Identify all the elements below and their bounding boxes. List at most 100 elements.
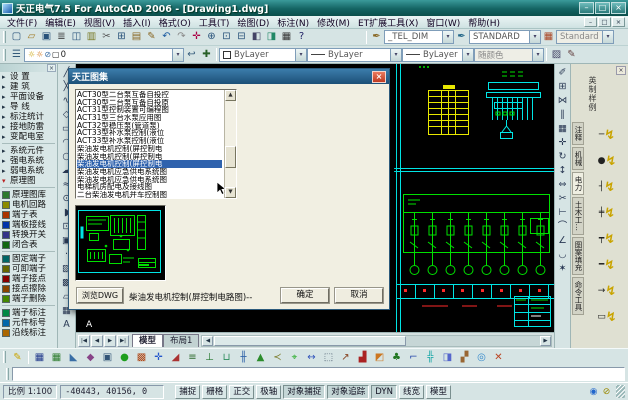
save-icon[interactable]: ▣ <box>39 30 54 44</box>
palette-close-icon[interactable]: × <box>616 66 626 75</box>
relay-lightning-tool[interactable]: ┯ ↯ <box>599 226 615 252</box>
te-tool-icon[interactable]: ✛ <box>150 350 167 365</box>
table-style-icon[interactable]: ▦ <box>541 30 556 44</box>
communication-center-icon[interactable]: ◉ <box>587 387 600 397</box>
text-style-combo[interactable]: STANDARD <box>469 30 541 44</box>
layer-color-swatch[interactable]: ▢ <box>52 50 60 59</box>
screen-menu-item[interactable]: 端板接线 <box>0 220 57 230</box>
calculator-icon[interactable]: ▦ <box>279 30 294 44</box>
mdi-minimize-button[interactable]: – <box>584 17 597 27</box>
menu-item[interactable]: ET扩展工具(X) <box>354 16 422 29</box>
combo-arrow-icon[interactable] <box>442 31 453 43</box>
layer-freeze-icon[interactable]: ☼ <box>36 50 43 59</box>
layout-tab[interactable]: 布局1 <box>163 334 199 347</box>
properties-icon[interactable]: ◧ <box>249 30 264 44</box>
status-toggle-button[interactable]: 栅格 <box>202 385 227 399</box>
te-tool-icon[interactable]: ◎ <box>473 350 490 365</box>
palette-tab[interactable]: 命令工具 <box>572 277 584 315</box>
combo-arrow-icon[interactable] <box>462 49 473 61</box>
palette-tab[interactable]: 土木工… <box>572 197 584 235</box>
menu-item[interactable]: 窗口(W) <box>422 16 464 29</box>
screen-menu-item[interactable]: 系统元件 <box>0 146 57 156</box>
atlas-list[interactable]: ACT30型二台泵互备自投控ACT30型二台泵互备自投原ACT31型控制装置可编… <box>75 89 237 199</box>
screen-menu-item[interactable]: 端子接点 <box>0 274 57 284</box>
screen-menu-item[interactable]: 端子标注 <box>0 308 57 318</box>
te-tool-icon[interactable]: ● <box>116 350 133 365</box>
screen-menu-item[interactable]: 接地防雷 <box>0 122 57 132</box>
toolbar-grip[interactable] <box>3 31 6 43</box>
te-tool-icon[interactable]: ⊔ <box>218 350 235 365</box>
zoom-realtime-icon[interactable]: ⊕ <box>204 30 219 44</box>
toolbar-grip[interactable] <box>3 49 6 61</box>
atlas-list-item[interactable]: 柴油发电机应急供电系统图 <box>77 176 222 184</box>
move-icon[interactable]: ✛ <box>555 136 570 150</box>
te-tool-icon[interactable]: ⌐ <box>405 350 422 365</box>
te-tool-icon[interactable]: ✕ <box>490 350 507 365</box>
screen-menu-item[interactable]: 端子表 <box>0 210 57 220</box>
atlas-list-item[interactable]: 二台柴油发电机并车控制图 <box>77 191 222 199</box>
layer-manager-icon[interactable]: ☰ <box>9 48 24 62</box>
screen-menu-item[interactable]: 接点擦除 <box>0 284 57 294</box>
layer-on-icon[interactable]: ☼ <box>28 50 35 59</box>
offset-icon[interactable]: ∥ <box>555 108 570 122</box>
te-tool-icon[interactable]: ◩ <box>371 350 388 365</box>
zoom-window-icon[interactable]: ⊡ <box>219 30 234 44</box>
te-tool-icon[interactable]: ⊥ <box>201 350 218 365</box>
atlas-list-item[interactable]: 柴油发电机应急供电系统图 <box>77 168 222 176</box>
minimize-button[interactable]: – <box>579 2 594 14</box>
te-tool-icon[interactable]: ⬚ <box>320 350 337 365</box>
te-tool-icon[interactable]: ▦ <box>31 350 48 365</box>
mdi-close-button[interactable]: × <box>612 17 625 27</box>
scale-icon[interactable]: ↕ <box>555 164 570 178</box>
te-tool-icon[interactable]: ◨ <box>439 350 456 365</box>
layer-previous-icon[interactable]: ↩ <box>184 48 199 62</box>
dim-style-manager-icon[interactable]: ▨ <box>549 48 564 62</box>
arrow-lightning-tool[interactable]: → ↯ <box>598 278 616 304</box>
array-icon[interactable]: ▦ <box>555 122 570 136</box>
screen-menu-item[interactable]: 原理图库 <box>0 190 57 200</box>
palette-tab[interactable]: 注释 <box>572 122 584 145</box>
atlas-list-item[interactable]: ACT32型稳压泵(管道泵) <box>77 122 222 130</box>
layer-combo[interactable]: ☼☼⊘▢ 0 <box>24 48 184 62</box>
atlas-list-item[interactable]: ACT30型二台泵互备自投原 <box>77 99 222 107</box>
menu-item[interactable]: 格式(O) <box>155 16 195 29</box>
screen-menu-item[interactable]: 平面设备 <box>0 92 57 102</box>
text-style-icon[interactable]: ✒ <box>454 30 469 44</box>
next-tab-icon[interactable]: ▶ <box>104 335 116 347</box>
screen-menu-item[interactable]: 强电系统 <box>0 156 57 166</box>
mirror-icon[interactable]: ⋈ <box>555 94 570 108</box>
te-tool-icon[interactable]: ⌖ <box>286 350 303 365</box>
command-grip[interactable] <box>6 368 9 380</box>
paste-icon[interactable]: ▤ <box>129 30 144 44</box>
te-tool-icon[interactable]: ≡ <box>184 350 201 365</box>
status-toggle-button[interactable]: 模型 <box>426 385 451 399</box>
wire-lightning-tool[interactable]: ─ ↯ <box>599 122 615 148</box>
atlas-list-item[interactable]: ACT31型三台水泵应用图 <box>77 114 222 122</box>
dialog-close-icon[interactable]: × <box>372 71 386 83</box>
copy-clip-icon[interactable]: ⊞ <box>114 30 129 44</box>
motor-lightning-tool[interactable]: ● ↯ <box>598 148 617 174</box>
mdi-restore-button[interactable]: □ <box>598 17 611 27</box>
scrollbar-thumb[interactable] <box>225 146 236 168</box>
screen-menu-item[interactable]: 变配电室 <box>0 132 57 142</box>
text-style-manager-icon[interactable]: ✎ <box>564 48 579 62</box>
matchprop-icon[interactable]: ✎ <box>144 30 159 44</box>
new-icon[interactable]: ▢ <box>9 30 24 44</box>
screen-menu-close-icon[interactable]: × <box>47 64 56 72</box>
palette-tab[interactable]: 机械 <box>572 147 584 170</box>
status-toggle-button[interactable]: 线宽 <box>399 385 424 399</box>
lineweight-combo[interactable]: ByLayer <box>402 48 474 62</box>
extend-icon[interactable]: ⊢ <box>555 206 570 220</box>
menu-item[interactable]: 视图(V) <box>80 16 119 29</box>
screen-menu-item[interactable]: 可卸端子 <box>0 264 57 274</box>
te-tool-icon[interactable]: ◣ <box>65 350 82 365</box>
linetype-combo[interactable]: ByLayer <box>307 48 402 62</box>
menu-item[interactable]: 修改(M) <box>313 16 354 29</box>
combo-arrow-icon[interactable] <box>529 31 540 43</box>
palette-tab[interactable]: 图案填充 <box>572 237 584 275</box>
te-tool-icon[interactable]: ▣ <box>99 350 116 365</box>
status-toggle-button[interactable]: 极轴 <box>256 385 281 399</box>
erase-icon[interactable]: ✐ <box>555 66 570 80</box>
maximize-button[interactable]: □ <box>595 2 610 14</box>
contactor-lightning-tool[interactable]: ╪ ↯ <box>599 200 615 226</box>
